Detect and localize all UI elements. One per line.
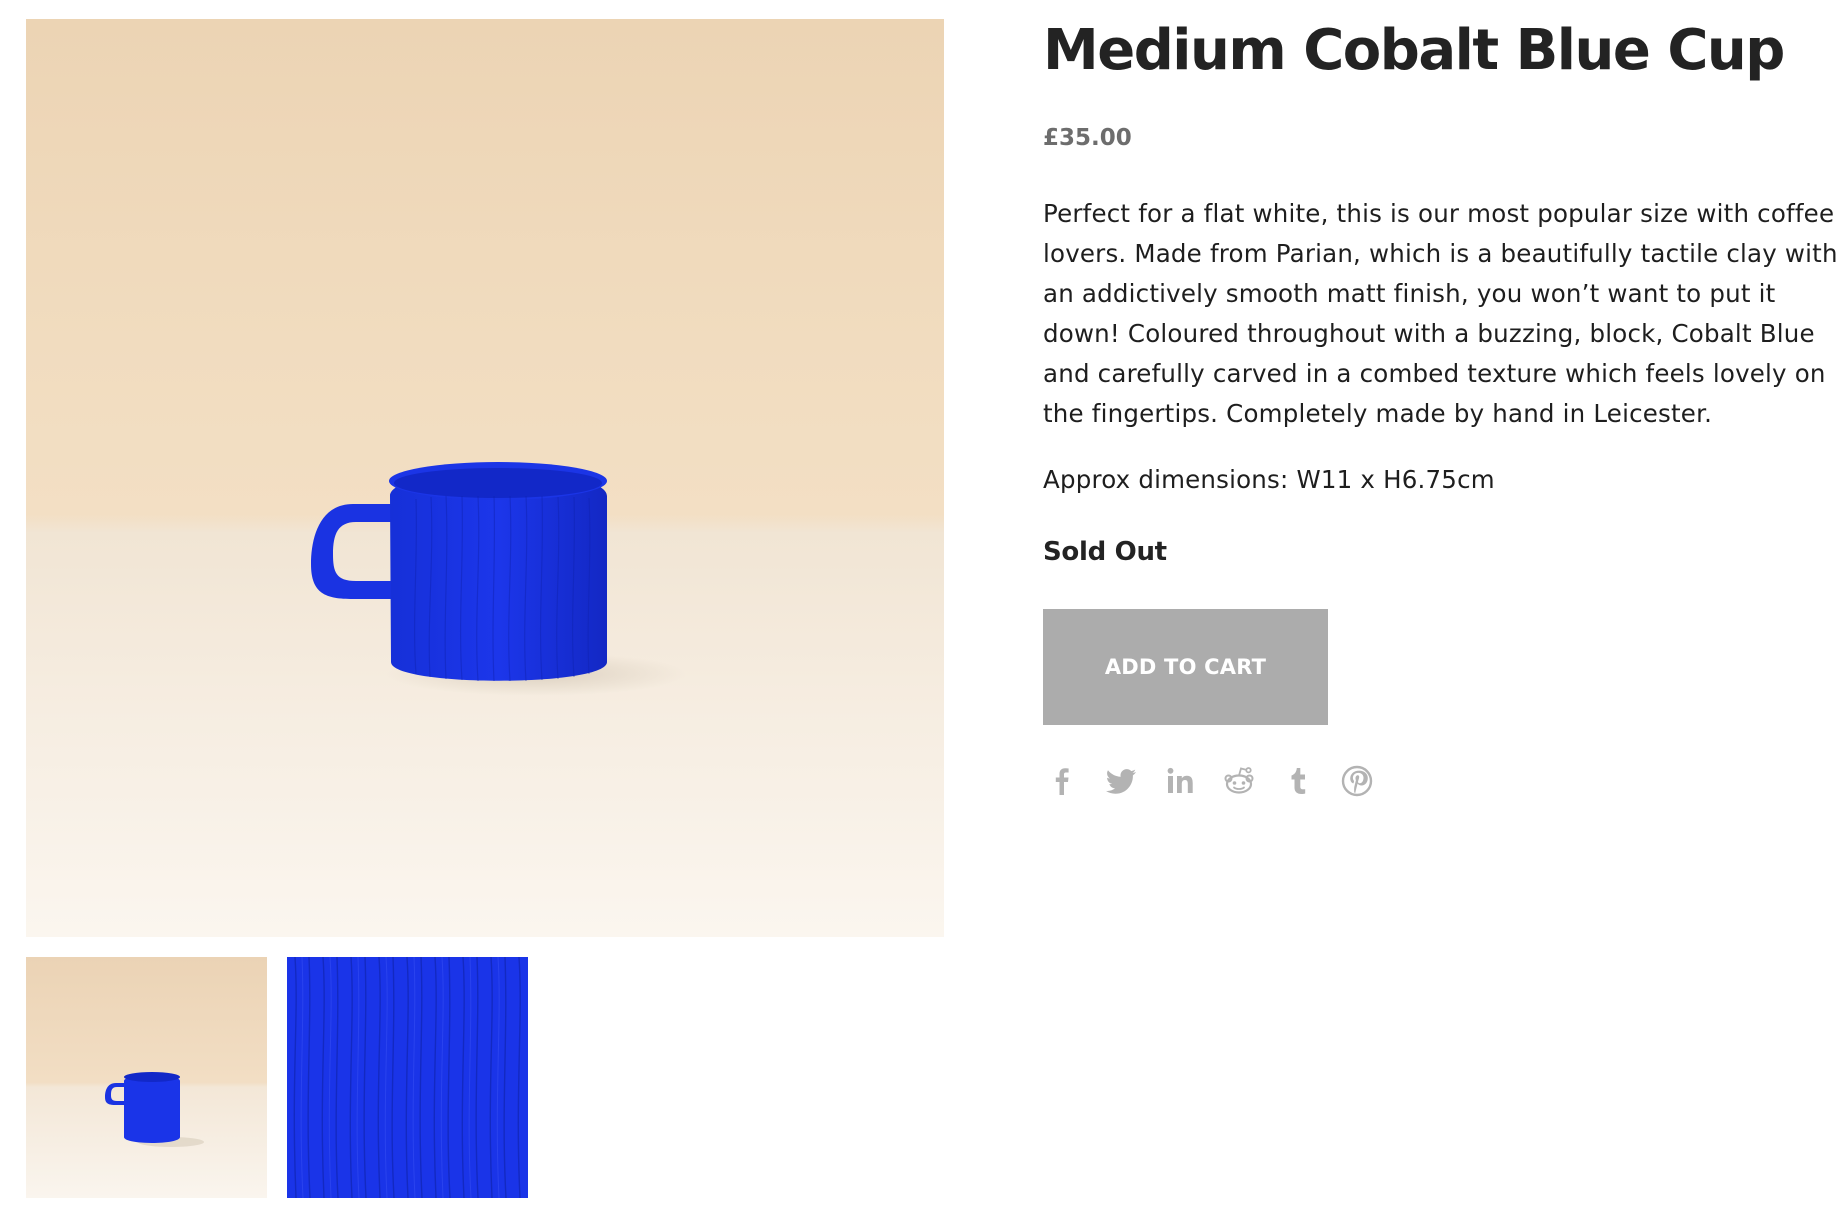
facebook-icon[interactable]	[1043, 762, 1081, 800]
thumbnail-texture-closeup[interactable]	[287, 957, 528, 1198]
product-description: Perfect for a flat white, this is our mo…	[1043, 199, 1838, 428]
stock-status: Sold Out	[1043, 537, 1167, 567]
thumbnail-cup-photo[interactable]	[26, 957, 267, 1198]
reddit-icon[interactable]	[1220, 762, 1258, 800]
cup-illustration	[311, 462, 686, 696]
texture-thumbnail-illustration	[287, 957, 528, 1198]
pinterest-icon[interactable]	[1338, 762, 1376, 800]
product-price: £35.00	[1043, 125, 1132, 151]
cup-thumbnail-illustration	[105, 1072, 204, 1147]
linkedin-icon[interactable]	[1161, 762, 1199, 800]
product-title: Medium Cobalt Blue Cup	[1043, 18, 1785, 83]
main-product-image[interactable]	[26, 19, 944, 937]
add-to-cart-button[interactable]: ADD TO CART	[1043, 609, 1328, 725]
product-dimensions: Approx dimensions: W11 x H6.75cm	[1043, 465, 1495, 494]
tumblr-icon[interactable]	[1279, 762, 1317, 800]
twitter-icon[interactable]	[1102, 762, 1140, 800]
